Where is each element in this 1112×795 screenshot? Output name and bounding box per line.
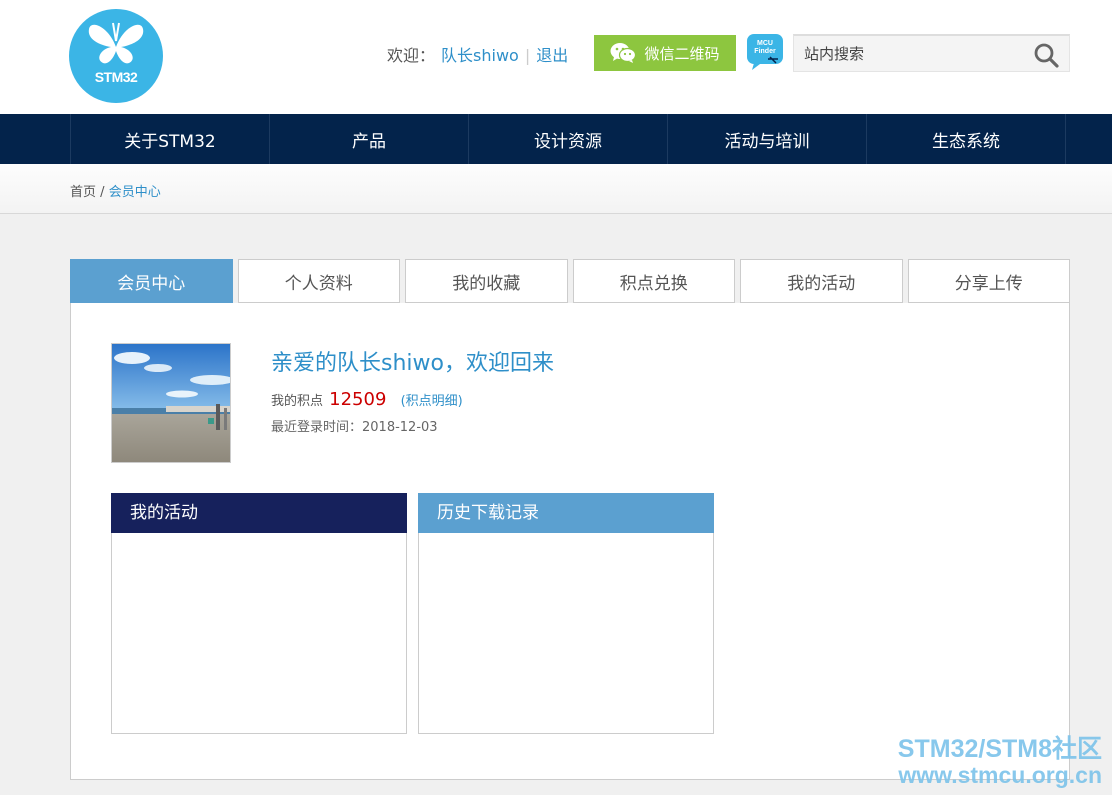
nav-item-events-training[interactable]: 活动与培训 xyxy=(668,114,867,164)
tab-profile[interactable]: 个人资料 xyxy=(237,259,400,303)
mcu-finder-label-2: Finder xyxy=(754,48,776,55)
welcome-bar: 欢迎： 队长shiwo | 退出 xyxy=(387,42,568,66)
download-history-title: 历史下载记录 xyxy=(418,493,714,533)
welcome-label: 欢迎： xyxy=(387,46,436,65)
download-history-box: 历史下载记录 xyxy=(418,493,714,734)
points-line: 我的积点 12509 (积点明细) xyxy=(271,389,463,410)
breadcrumb-separator: / xyxy=(100,185,105,200)
avatar[interactable] xyxy=(111,343,231,463)
search-box xyxy=(793,34,1070,72)
nav-item-ecosystem[interactable]: 生态系统 xyxy=(867,114,1066,164)
username-link[interactable]: 队长shiwo xyxy=(441,46,519,65)
my-activities-title: 我的活动 xyxy=(111,493,407,533)
tab-points-exchange[interactable]: 积点兑换 xyxy=(572,259,735,303)
tab-share-upload[interactable]: 分享上传 xyxy=(907,259,1070,303)
wechat-button-label: 微信二维码 xyxy=(644,44,720,63)
nav-item-about[interactable]: 关于STM32 xyxy=(71,114,270,164)
watermark-line-1: STM32/STM8社区 xyxy=(897,735,1102,763)
member-tabs: 会员中心 个人资料 我的收藏 积点兑换 我的活动 分享上传 xyxy=(70,259,1070,303)
tab-member-center[interactable]: 会员中心 xyxy=(70,259,233,303)
breadcrumb-current[interactable]: 会员中心 xyxy=(109,185,161,200)
search-icon[interactable] xyxy=(1033,42,1059,68)
welcome-greeting: 亲爱的队长shiwo，欢迎回来 xyxy=(271,351,554,376)
points-value: 12509 xyxy=(329,389,387,410)
nav-item-products[interactable]: 产品 xyxy=(270,114,469,164)
member-panel: 亲爱的队长shiwo，欢迎回来 我的积点 12509 (积点明细) 最近登录时间… xyxy=(70,303,1070,780)
wechat-icon xyxy=(610,43,637,63)
tab-favorites[interactable]: 我的收藏 xyxy=(405,259,568,303)
search-input[interactable] xyxy=(804,42,1024,66)
my-activities-box: 我的活动 xyxy=(111,493,407,734)
tab-my-activities[interactable]: 我的活动 xyxy=(740,259,903,303)
last-login: 最近登录时间：2018-12-03 xyxy=(271,420,438,435)
points-label: 我的积点 xyxy=(271,394,324,409)
breadcrumb: 首页 / 会员中心 xyxy=(70,181,161,200)
mcu-finder-icon[interactable]: MCU Finder xyxy=(746,33,784,71)
watermark-line-2: www.stmcu.org.cn xyxy=(898,762,1102,788)
points-detail-link[interactable]: (积点明细) xyxy=(401,394,463,409)
nav-item-design-resources[interactable]: 设计资源 xyxy=(469,114,668,164)
logo-text: STM32 xyxy=(94,69,138,85)
wechat-qrcode-button[interactable]: 微信二维码 xyxy=(594,35,736,71)
breadcrumb-home[interactable]: 首页 xyxy=(70,185,96,200)
divider: | xyxy=(524,46,531,65)
logout-link[interactable]: 退出 xyxy=(536,46,568,65)
butterfly-icon xyxy=(88,22,144,64)
stm32-logo[interactable]: STM32 xyxy=(69,9,163,103)
breadcrumb-bar: 首页 / 会员中心 xyxy=(0,164,1112,214)
site-header: STM32 欢迎： 队长shiwo | 退出 微信二维码 MCU Finder xyxy=(0,0,1112,114)
site-watermark: STM32/STM8社区 www.stmcu.org.cn xyxy=(898,736,1102,788)
main-nav: 关于STM32 产品 设计资源 活动与培训 生态系统 xyxy=(0,114,1112,164)
mcu-finder-label-1: MCU xyxy=(757,40,773,47)
